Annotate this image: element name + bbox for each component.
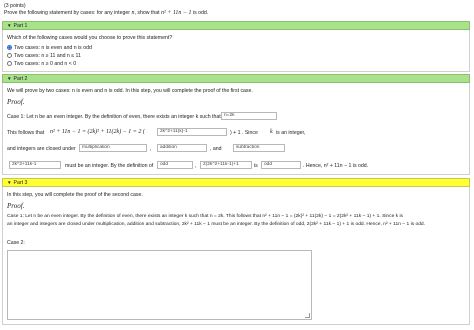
part1-panel: Which of the following cases would you c… xyxy=(2,30,470,72)
case1-line2-var: k xyxy=(270,129,273,135)
answer-input-definition[interactable]: odd xyxy=(157,161,193,169)
proof-label: Proof. xyxy=(7,202,25,210)
case1-line4-is: is xyxy=(254,163,258,169)
prompt-mid: , show that xyxy=(134,10,160,16)
case1-line1: Case 1: Let n be an even integer. By the… xyxy=(7,114,221,120)
part2-label: Part 2 xyxy=(13,76,28,82)
radio-button-selected[interactable] xyxy=(7,45,12,50)
part1-question: Which of the following cases would you c… xyxy=(7,35,173,41)
case1-line2-end: is an integer, xyxy=(276,130,306,136)
case1-line2-expr: n² + 11n − 1 = (2k)² + 11(2k) − 1 = 2 ( xyxy=(50,129,145,135)
case2-answer-textarea[interactable] xyxy=(7,250,312,320)
radio-option-even-odd[interactable]: Two cases: n is even and n is odd xyxy=(7,45,92,51)
radio-button[interactable] xyxy=(7,53,12,58)
answer-input-odd-expr[interactable]: 2(2k^2+11k-1)+1 xyxy=(200,161,252,169)
answer-input-n-equals[interactable]: n=2k xyxy=(221,112,277,120)
option-label: Two cases: n ≥ 0 and n < 0 xyxy=(14,61,77,67)
resize-handle-icon[interactable] xyxy=(305,313,310,318)
part1-header[interactable]: ▼ Part 1 xyxy=(2,21,470,30)
part2-intro: We will prove by two cases: n is even an… xyxy=(7,88,253,94)
case1-line4-end: . Hence, n² + 11n − 1 is odd. xyxy=(303,163,369,169)
comma-separator: , xyxy=(195,163,197,169)
case1-summary-line1: Case 1: Let n be an even integer. By the… xyxy=(7,214,404,219)
answer-input-parity[interactable]: odd xyxy=(261,161,301,169)
part3-intro: In this step, you will complete the proo… xyxy=(7,192,143,198)
prompt-end: is odd. xyxy=(192,10,209,16)
problem-statement: Prove the following statement by cases: … xyxy=(4,10,208,16)
prompt-expr: n² + 11n − 1 xyxy=(161,10,192,16)
part3-panel: In this step, you will complete the proo… xyxy=(2,187,470,325)
radio-option-ge0-lt0[interactable]: Two cases: n ≥ 0 and n < 0 xyxy=(7,61,76,67)
collapse-triangle-icon: ▼ xyxy=(7,180,12,185)
case1-line2-prefix: This follows that xyxy=(7,130,45,136)
part3-label: Part 3 xyxy=(13,180,28,186)
case1-line2-suffix: ) + 1 . Since xyxy=(230,130,258,136)
radio-option-ge-le-11[interactable]: Two cases: n ≥ 11 and n ≤ 11 xyxy=(7,53,81,59)
answer-input-factor[interactable]: 2k^2+11(k)-1 xyxy=(157,128,227,136)
case1-line3-comma: , xyxy=(150,146,152,152)
case1-line3-prefix: and integers are closed under xyxy=(7,146,76,152)
case2-answer-text xyxy=(8,251,311,255)
option-label: Two cases: n ≥ 11 and n ≤ 11 xyxy=(14,53,81,59)
part2-panel: We will prove by two cases: n is even an… xyxy=(2,83,470,175)
points-label: (3 points) xyxy=(4,3,26,9)
part3-header[interactable]: ▼ Part 3 xyxy=(2,178,470,187)
case2-label: Case 2: xyxy=(7,240,25,246)
case1-line3-and: , and xyxy=(210,146,222,152)
collapse-triangle-icon: ▼ xyxy=(7,76,12,81)
collapse-triangle-icon: ▼ xyxy=(7,23,12,28)
answer-input-operation-3[interactable]: subtraction xyxy=(233,144,285,152)
answer-input-integer-expr[interactable]: 2k^2+11k-1 xyxy=(9,161,61,169)
radio-button[interactable] xyxy=(7,61,12,66)
answer-input-operation-1[interactable]: multiplication xyxy=(79,144,147,152)
prompt-text: Prove the following statement by cases: … xyxy=(4,10,131,16)
part1-label: Part 1 xyxy=(13,23,28,29)
answer-input-operation-2[interactable]: addition xyxy=(157,144,207,152)
case1-summary-line2: an integer and integers are closed under… xyxy=(7,222,425,227)
case1-line4-mid: must be an integer. By the definition of xyxy=(65,163,154,169)
option-label: Two cases: n is even and n is odd xyxy=(14,45,92,51)
proof-label: Proof. xyxy=(7,98,25,106)
part2-header[interactable]: ▼ Part 2 xyxy=(2,74,470,83)
